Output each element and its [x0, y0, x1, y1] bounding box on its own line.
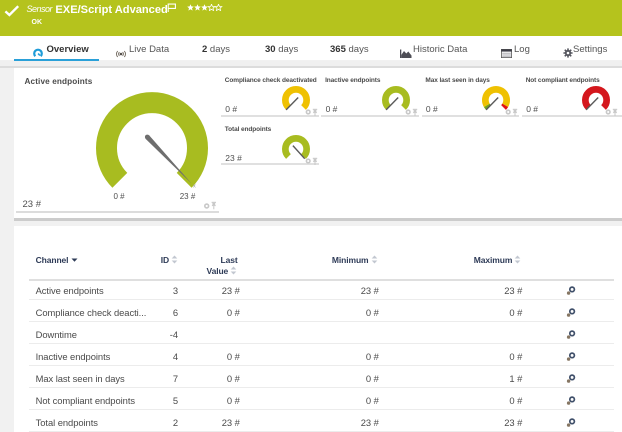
svg-text:x: x	[193, 183, 196, 189]
